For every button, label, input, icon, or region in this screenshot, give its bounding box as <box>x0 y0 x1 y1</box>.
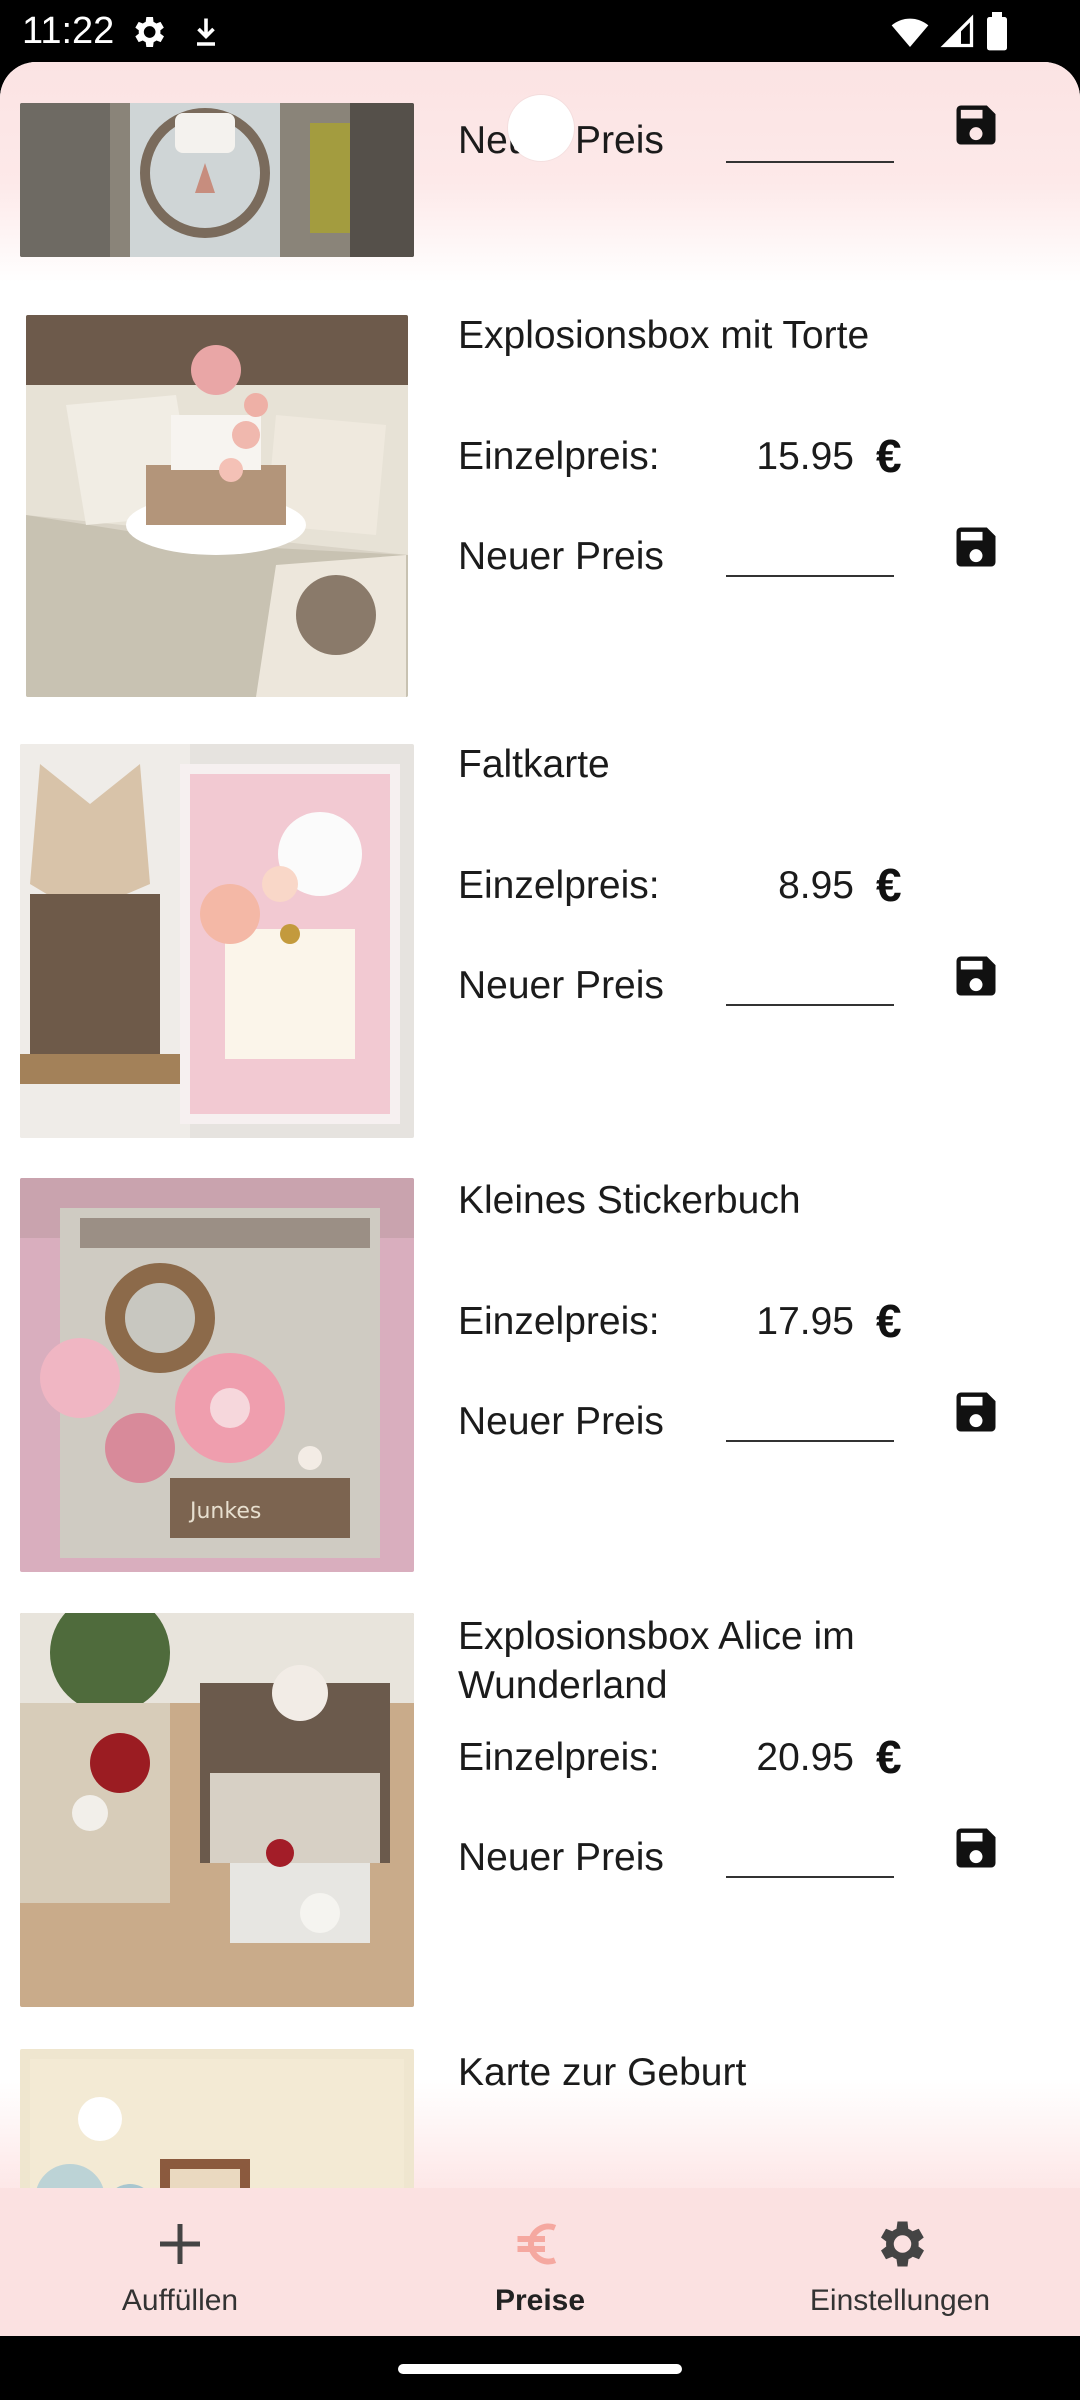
nav-einstellungen[interactable]: Einstellungen <box>720 2188 1080 2336</box>
system-gesture-bar <box>0 2336 1080 2400</box>
save-icon[interactable] <box>950 1386 1002 1438</box>
app-screen: Neuer Preis <box>0 62 1080 2336</box>
euro-sign: € <box>876 859 902 911</box>
nav-auffuellen-label: Auffüllen <box>121 2284 239 2317</box>
product-name: Explosionsbox Alice im Wunderland <box>458 1615 855 1707</box>
new-price-input[interactable] <box>726 521 894 577</box>
new-price-input[interactable] <box>726 107 894 163</box>
product-name: Faltkarte <box>458 743 610 786</box>
unit-price-value: 15.95 <box>756 435 854 478</box>
nav-einstellungen-label: Einstellungen <box>809 2284 991 2317</box>
status-bar: 11:22 <box>0 0 1080 64</box>
product-row: Explosionsbox mit Torte Einzelpreis: 15.… <box>0 309 1080 745</box>
new-price-label: Neuer Preis <box>458 1400 664 1443</box>
cellular-signal-icon <box>940 14 974 48</box>
new-price-input[interactable] <box>726 1822 894 1878</box>
save-icon[interactable] <box>950 99 1002 151</box>
unit-price-value: 20.95 <box>756 1736 854 1779</box>
nav-preise[interactable]: Preise <box>360 2188 720 2336</box>
settings-status-icon <box>135 17 164 47</box>
euro-sign: € <box>876 1731 902 1783</box>
product-row: Junkes Kleines Stickerbuch Einzelpreis: … <box>0 1174 1080 1610</box>
svg-text:Junkes: Junkes <box>188 1499 261 1524</box>
product-photo-stickerbuch: Junkes <box>20 1178 414 1572</box>
product-row: Faltkarte Einzelpreis: 8.95 € Neuer Prei… <box>0 738 1080 1174</box>
product-row: Explosionsbox Alice im Wunderland Einzel… <box>0 1610 1080 2046</box>
product-photo-explosionsbox-torte <box>26 315 408 697</box>
unit-price-label: Einzelpreis: <box>458 1300 660 1343</box>
bottom-navigation: Auffüllen Preise Einstellungen <box>0 2188 1080 2336</box>
gear-icon <box>881 2221 924 2267</box>
euro-sign: € <box>876 430 902 482</box>
euro-icon <box>517 2223 557 2265</box>
nav-auffuellen[interactable]: Auffüllen <box>0 2188 360 2336</box>
new-price-label: Neuer Preis <box>458 964 664 1007</box>
product-name: Explosionsbox mit Torte <box>458 314 870 357</box>
new-price-label: Neuer Preis <box>458 1836 664 1879</box>
home-gesture-handle[interactable] <box>398 2364 682 2374</box>
unit-price-label: Einzelpreis: <box>458 435 660 478</box>
unit-price-value: 8.95 <box>778 864 854 907</box>
unit-price-label: Einzelpreis: <box>458 864 660 907</box>
product-photo-explosionsbox-alice <box>20 1613 414 2007</box>
wifi-icon <box>891 18 929 47</box>
save-icon[interactable] <box>950 521 1002 573</box>
unit-price-label: Einzelpreis: <box>458 1736 660 1779</box>
new-price-label: Neuer Preis <box>458 535 664 578</box>
unit-price-value: 17.95 <box>756 1300 854 1343</box>
new-price-input[interactable] <box>726 950 894 1006</box>
status-time: 11:22 <box>22 10 115 52</box>
new-price-input[interactable] <box>726 1386 894 1442</box>
save-icon[interactable] <box>950 950 1002 1002</box>
save-icon[interactable] <box>950 1822 1002 1874</box>
front-camera-cutout <box>508 95 574 161</box>
product-photo-faltkarte <box>20 744 414 1138</box>
product-name: Kleines Stickerbuch <box>458 1179 801 1222</box>
download-status-icon <box>197 18 215 46</box>
plus-icon <box>160 2224 200 2264</box>
nav-preise-label: Preise <box>494 2284 586 2317</box>
product-photo-card-wreath <box>20 103 414 257</box>
euro-sign: € <box>876 1295 902 1347</box>
product-name: Karte zur Geburt <box>458 2051 747 2094</box>
battery-icon <box>987 12 1007 51</box>
